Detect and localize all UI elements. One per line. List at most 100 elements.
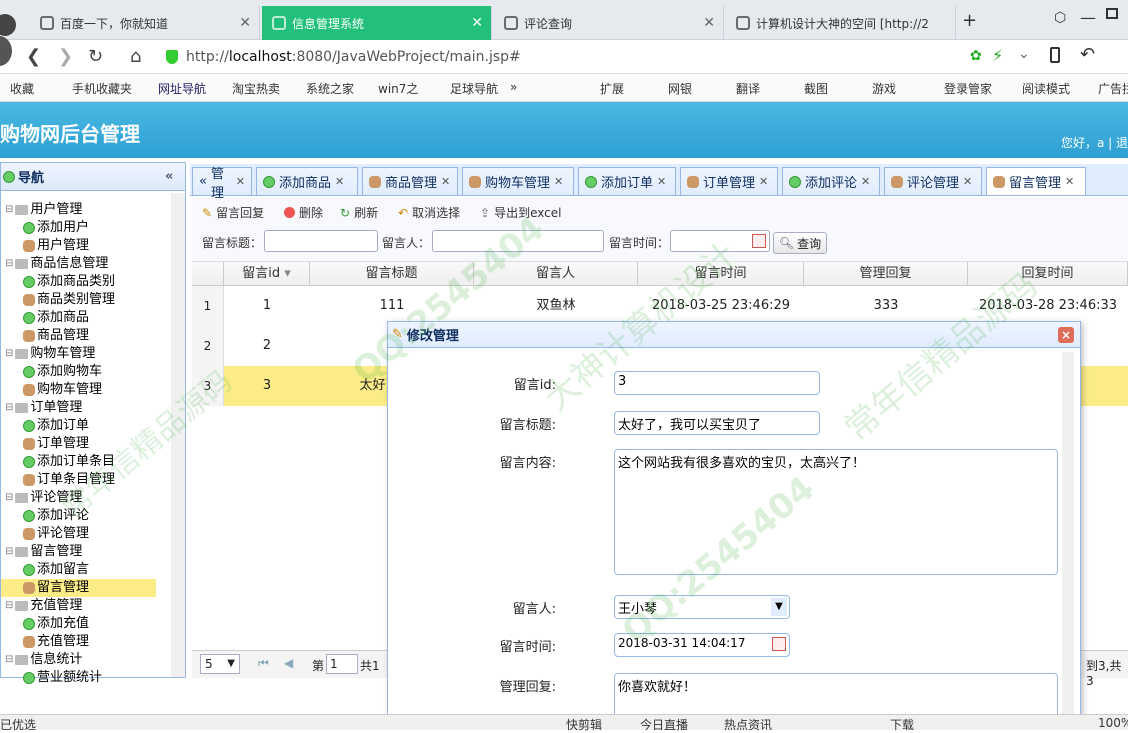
close-icon[interactable]: ✕ [657, 175, 666, 188]
ext-translate[interactable]: 翻译 [736, 80, 760, 97]
collapse-icon[interactable]: « [165, 169, 173, 184]
close-icon[interactable]: ✕ [861, 175, 870, 188]
status-live[interactable]: 今日直播 [640, 716, 688, 733]
first-page-icon[interactable]: ⏮ [258, 656, 269, 671]
bookmark-xitong[interactable]: 系统之家 [306, 80, 354, 97]
page-size-select[interactable]: 5 ▼ [200, 654, 240, 674]
refresh-button[interactable]: ↻ 刷新 [340, 204, 378, 221]
shirt-icon[interactable]: ⬡ [1054, 10, 1066, 26]
main-tab[interactable]: 评论管理 ✕ [884, 167, 982, 195]
col-header-id[interactable]: 留言id ▾ [224, 262, 310, 286]
ext-adblock[interactable]: 广告拦 [1098, 80, 1128, 97]
collapse-toggle-icon[interactable]: ⊟ [5, 651, 13, 669]
status-download[interactable]: 下载 [890, 716, 914, 733]
close-icon[interactable]: ✕ [236, 175, 245, 188]
query-button[interactable]: 🔍︎ 查询 [773, 232, 827, 254]
bookmark-taobao[interactable]: 淘宝热卖 [232, 80, 280, 97]
tree-item[interactable]: 添加用户 [1, 219, 156, 237]
tree-item[interactable]: 用户管理 [1, 237, 156, 255]
collapse-toggle-icon[interactable]: ⊟ [5, 489, 13, 507]
url-field[interactable]: http://localhost:8080/JavaWebProject/mai… [166, 45, 996, 69]
collapse-toggle-icon[interactable]: ⊟ [5, 201, 13, 219]
calendar-icon[interactable] [772, 637, 786, 651]
col-header-person[interactable]: 留言人 [474, 262, 638, 286]
close-icon[interactable]: ✕ [963, 175, 972, 188]
tree-item[interactable]: 添加充值 [1, 615, 156, 633]
tree-item[interactable]: 添加商品 [1, 309, 156, 327]
tree-group[interactable]: ⊟ 购物车管理 [1, 345, 156, 363]
tree-item[interactable]: 添加订单 [1, 417, 156, 435]
collapse-toggle-icon[interactable]: ⊟ [5, 255, 13, 273]
tree-group[interactable]: ⊟ 充值管理 [1, 597, 156, 615]
title-field[interactable]: 太好了，我可以买宝贝了 [614, 411, 820, 435]
main-tab[interactable]: «管理 ✕ [192, 167, 252, 201]
col-header-time[interactable]: 留言时间 [638, 262, 804, 286]
bolt-icon[interactable]: ⚡ [992, 46, 1003, 65]
close-button[interactable]: × [1058, 327, 1074, 343]
ext-games[interactable]: 游戏 [872, 80, 896, 97]
content-textarea[interactable]: 这个网站我有很多喜欢的宝贝，太高兴了！ [614, 449, 1058, 575]
table-row[interactable]: 1 1 111 双鱼林 2018-03-25 23:46:29 333 2018-03-28… [192, 286, 1128, 326]
sidebar-scrollbar[interactable] [171, 193, 185, 677]
collapse-toggle-icon[interactable]: ⊟ [5, 543, 13, 561]
bookmark-mobile[interactable]: 手机收藏夹 [72, 80, 132, 97]
tree-item[interactable]: 添加订单条目 [1, 453, 156, 471]
extension-icon[interactable]: ✿ [970, 48, 982, 64]
person-select[interactable]: 王小琴 ▼ [614, 595, 790, 619]
browser-tab-comment-query[interactable]: 评论查询 ✕ [494, 6, 724, 40]
main-tab[interactable]: 留言管理 ✕ [986, 167, 1086, 195]
main-tab[interactable]: 添加评论 ✕ [782, 167, 880, 195]
user-greeting[interactable]: 您好，a | 退 [1061, 134, 1128, 151]
main-tab[interactable]: 添加订单 ✕ [578, 167, 676, 195]
collapse-toggle-icon[interactable]: ⊟ [5, 345, 13, 363]
close-icon[interactable]: ✕ [335, 175, 344, 188]
tree-group[interactable]: ⊟ 商品信息管理 [1, 255, 156, 273]
close-icon[interactable]: ✕ [471, 15, 483, 31]
delete-button[interactable]: 删除 [284, 204, 323, 221]
new-tab-button[interactable]: + [962, 10, 977, 31]
tree-group[interactable]: ⊟ 用户管理 [1, 201, 156, 219]
search-title-input[interactable] [264, 230, 378, 252]
tree-item[interactable]: 订单管理 [1, 435, 156, 453]
close-icon[interactable]: ✕ [239, 15, 251, 31]
reply-button[interactable]: ✎ 留言回复 [202, 204, 264, 221]
tree-group[interactable]: ⊟ 订单管理 [1, 399, 156, 417]
calendar-icon[interactable] [752, 234, 766, 248]
main-tab[interactable]: 商品管理 ✕ [362, 167, 458, 195]
tree-item[interactable]: 添加评论 [1, 507, 156, 525]
browser-tab-baidu[interactable]: 百度一下，你就知道 ✕ [30, 6, 260, 40]
prev-page-icon[interactable]: ◀ [284, 656, 293, 670]
back-icon[interactable]: ❮ [26, 46, 41, 67]
forward-icon[interactable]: ❯ [58, 46, 73, 67]
collapse-toggle-icon[interactable]: ⊟ [5, 597, 13, 615]
dialog-scrollbar[interactable] [1062, 352, 1074, 720]
tree-item[interactable]: 订单条目管理 [1, 471, 156, 489]
time-field[interactable]: 2018-03-31 14:04:17 [614, 633, 790, 657]
ext-screenshot[interactable]: 截图 [804, 80, 828, 97]
close-icon[interactable]: ✕ [759, 175, 768, 188]
browser-tab-space[interactable]: 计算机设计大神的空间 [http://2 [726, 6, 956, 40]
col-header-reply-time[interactable]: 回复时间 [968, 262, 1128, 286]
browser-tab-info-system[interactable]: 信息管理系统 ✕ [262, 6, 492, 40]
close-icon[interactable]: ✕ [441, 175, 450, 188]
bookmark-football[interactable]: 足球导航 [450, 80, 498, 97]
ext-extend[interactable]: 扩展 [600, 80, 624, 97]
tree-item[interactable]: 充值管理 [1, 633, 156, 651]
cancel-select-button[interactable]: ↶ 取消选择 [398, 204, 460, 221]
close-icon[interactable]: ✕ [1065, 175, 1074, 188]
main-tab[interactable]: 添加商品 ✕ [256, 167, 358, 195]
phone-icon[interactable] [1050, 47, 1060, 63]
minimize-icon[interactable]: — [1080, 8, 1096, 27]
id-field[interactable]: 3 [614, 371, 820, 395]
status-news[interactable]: 热点资讯 [724, 716, 772, 733]
tree-item[interactable]: 留言管理 [1, 579, 156, 597]
tree-item[interactable]: 商品类别管理 [1, 291, 156, 309]
reload-icon[interactable]: ↻ [88, 46, 103, 67]
tree-item[interactable]: 评论管理 [1, 525, 156, 543]
tree-group[interactable]: ⊟ 留言管理 [1, 543, 156, 561]
status-zoom[interactable]: 100% [1098, 716, 1128, 730]
bookmark-favorites[interactable]: 收藏 [10, 80, 34, 97]
ext-bank[interactable]: 网银 [668, 80, 692, 97]
ext-reader[interactable]: 阅读模式 [1022, 80, 1070, 97]
tree-item[interactable]: 添加商品类别 [1, 273, 156, 291]
